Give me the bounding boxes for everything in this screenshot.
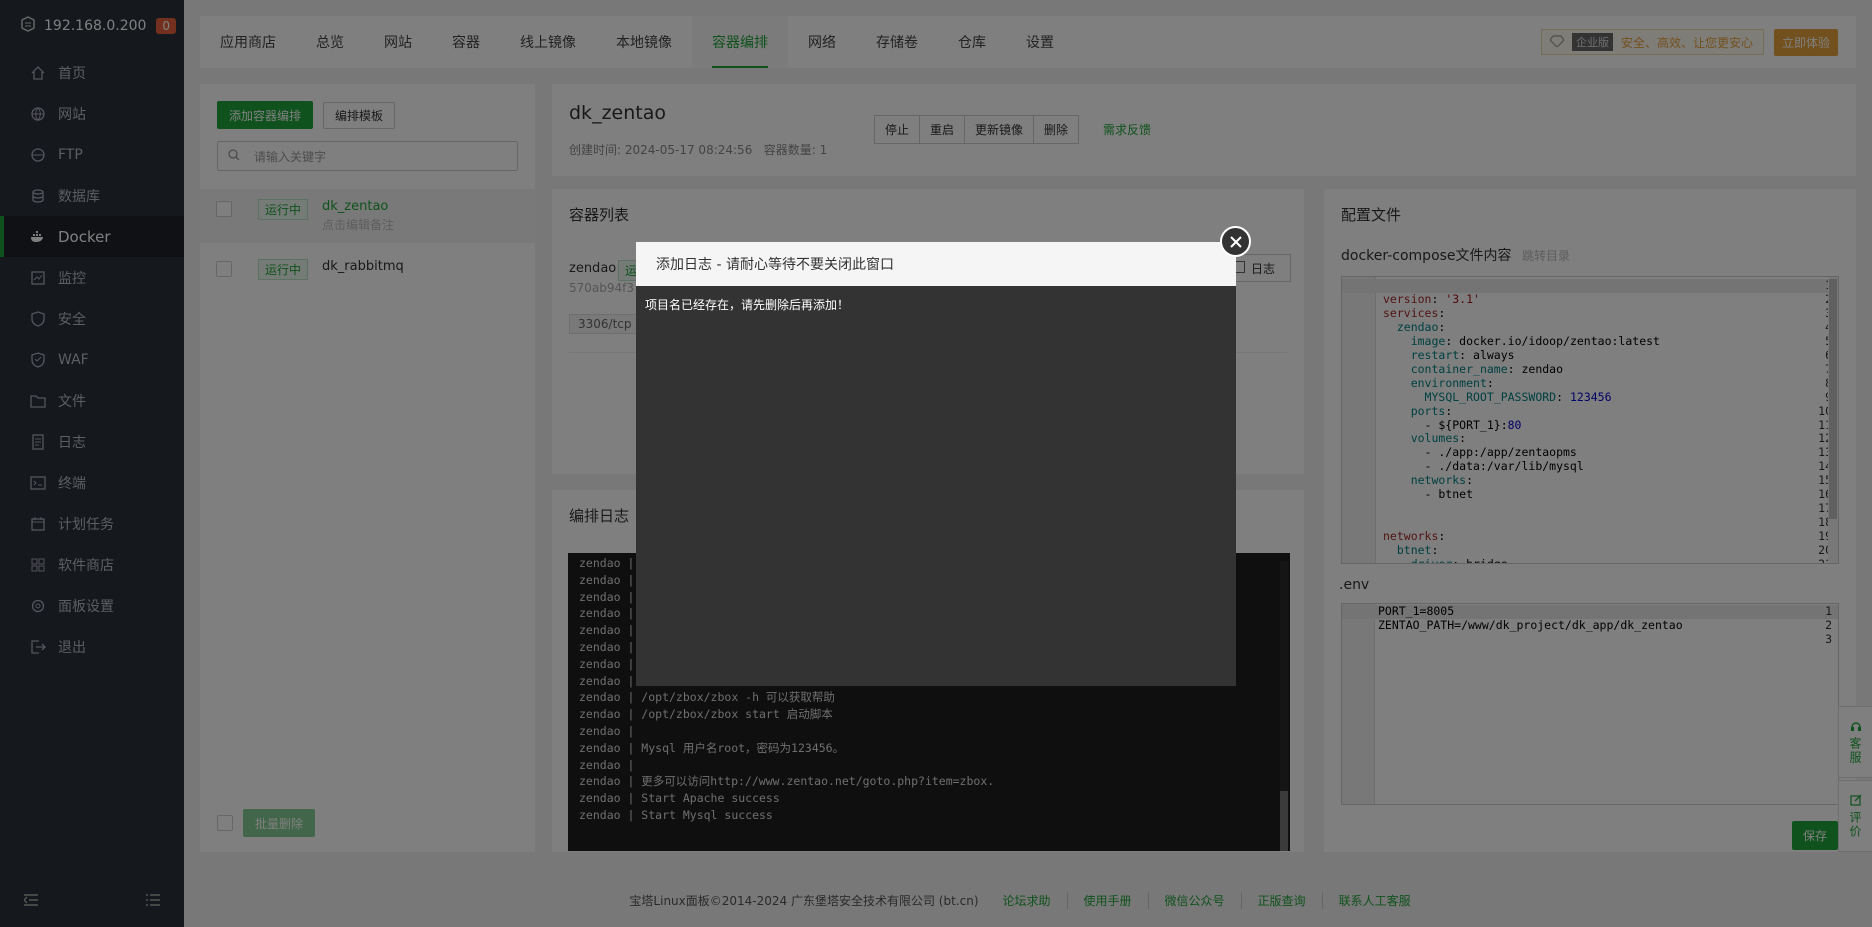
modal-message: 项目名已经存在，请先删除后再添加！ <box>645 298 850 312</box>
modal-title: 添加日志 - 请耐心等待不要关闭此窗口 <box>636 242 1236 286</box>
log-modal: 添加日志 - 请耐心等待不要关闭此窗口 项目名已经存在，请先删除后再添加！ <box>636 242 1236 686</box>
close-icon[interactable] <box>1220 226 1251 257</box>
